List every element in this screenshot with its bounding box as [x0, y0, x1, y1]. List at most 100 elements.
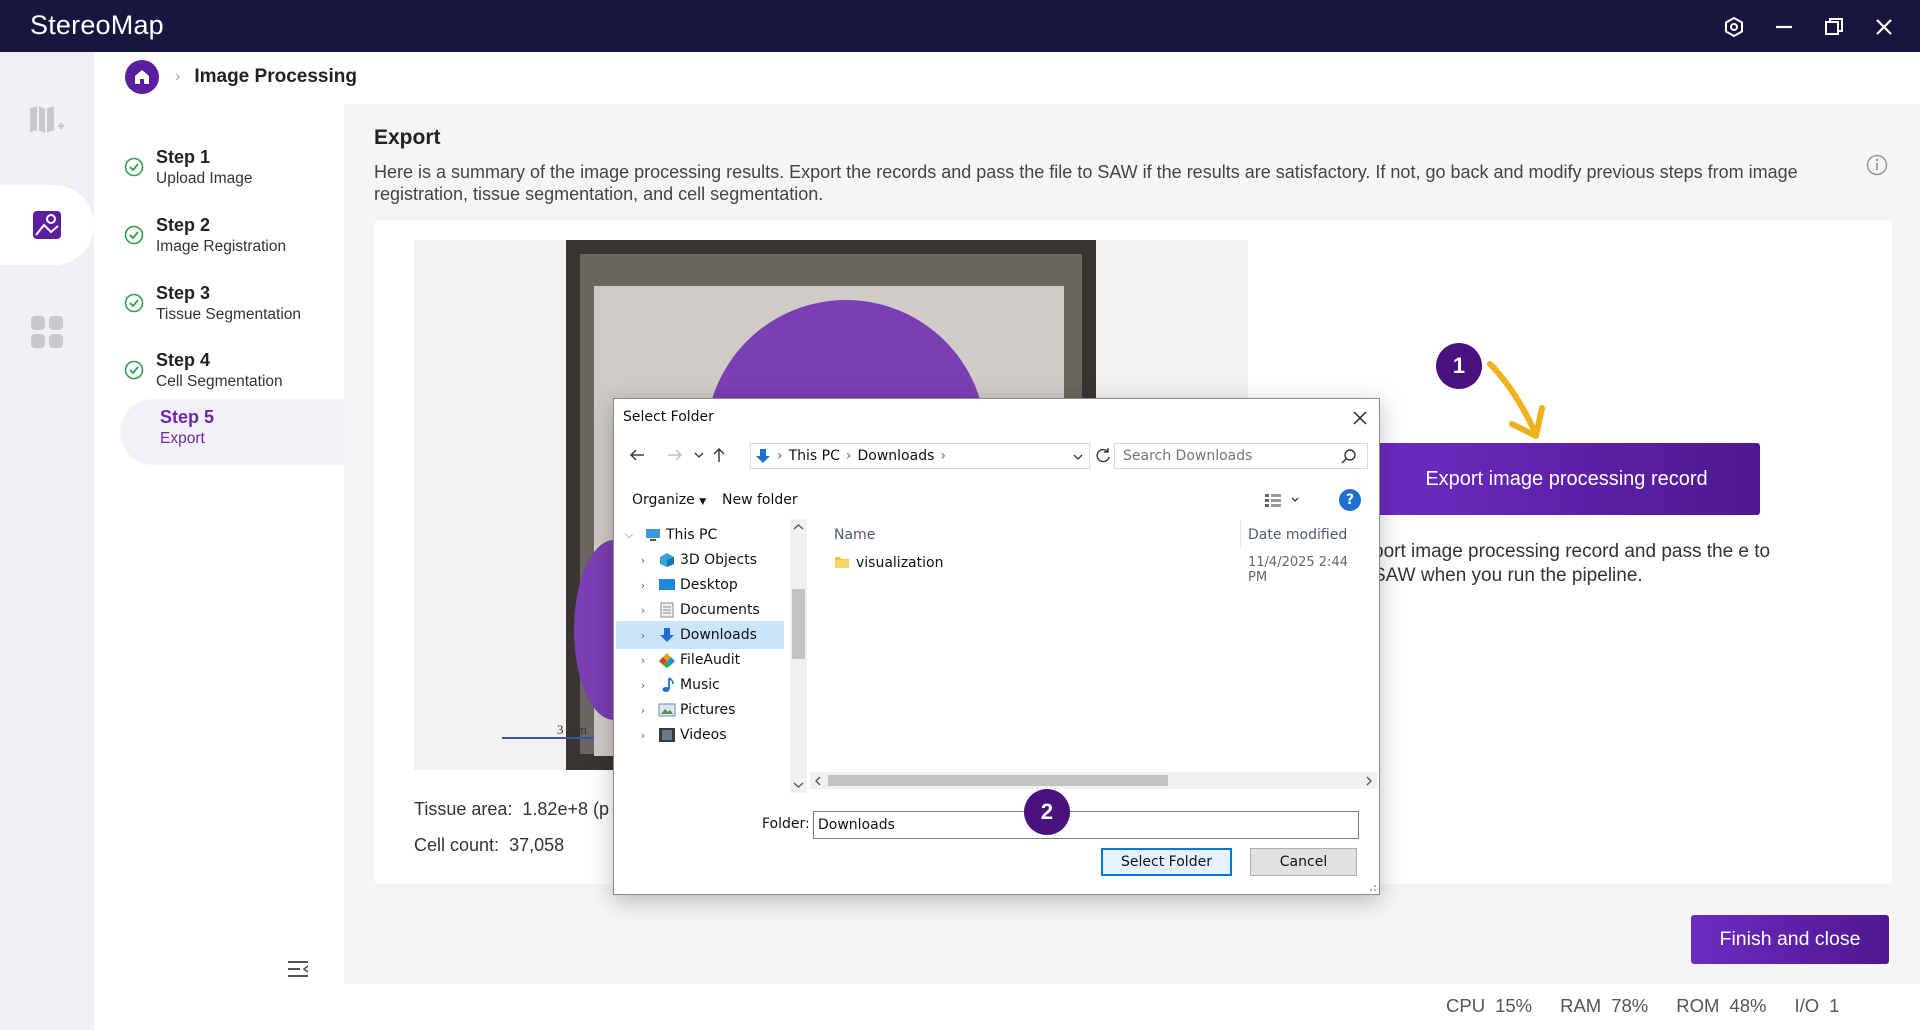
view-options-icon[interactable]	[1264, 492, 1300, 508]
dialog-close-icon[interactable]	[1349, 407, 1371, 429]
list-item[interactable]: visualization 11/4/2025 2:44 PM	[814, 551, 1370, 585]
check-circle-icon	[124, 360, 144, 380]
select-folder-button[interactable]: Select Folder	[1101, 848, 1232, 876]
up-arrow-icon[interactable]	[708, 444, 730, 466]
column-divider[interactable]	[1240, 521, 1241, 547]
cancel-button[interactable]: Cancel	[1250, 848, 1357, 876]
recent-locations-chevron-icon[interactable]	[688, 444, 710, 466]
tree-item-documents[interactable]: › Documents	[616, 596, 784, 624]
tree-item-pictures[interactable]: › Pictures	[616, 696, 784, 724]
tree-scroll-thumb[interactable]	[792, 589, 805, 659]
cpu-value: 15%	[1495, 995, 1533, 1016]
file-name: visualization	[856, 555, 944, 571]
ram-label: RAM	[1560, 995, 1602, 1016]
finish-close-button[interactable]: Finish and close	[1691, 915, 1889, 964]
rail-apps-icon[interactable]	[0, 292, 94, 372]
scroll-up-icon[interactable]	[793, 523, 804, 531]
step-subtitle: Tissue Segmentation	[156, 306, 302, 323]
check-circle-icon	[124, 293, 144, 313]
cell-count: Cell count: 37,058	[414, 835, 565, 855]
close-icon[interactable]	[1871, 14, 1897, 40]
list-scroll-thumb[interactable]	[828, 775, 1168, 786]
step-sidebar: Step 1 Upload Image Step 2 Image Registr…	[94, 104, 344, 984]
left-nav-rail	[0, 52, 94, 1030]
folder-name-input[interactable]	[813, 811, 1359, 839]
address-bar[interactable]: › This PC › Downloads ›	[750, 443, 1090, 469]
check-circle-icon	[124, 225, 144, 245]
step-item-1[interactable]: Step 1 Upload Image	[120, 139, 344, 205]
file-date: 11/4/2025 2:44 PM	[1248, 555, 1348, 585]
info-icon[interactable]	[1866, 154, 1888, 176]
column-header-name[interactable]: Name	[834, 527, 875, 543]
desktop-icon	[659, 579, 675, 590]
breadcrumb-current: Image Processing	[194, 66, 357, 87]
settings-icon[interactable]	[1721, 14, 1747, 40]
music-icon	[662, 677, 674, 692]
step-subtitle: Image Registration	[156, 238, 287, 255]
list-horizontal-scrollbar[interactable]	[810, 772, 1377, 789]
refresh-icon[interactable]	[1094, 447, 1112, 465]
dialog-title: Select Folder	[623, 409, 714, 425]
step-title: Step 4	[156, 350, 211, 370]
address-segment-downloads[interactable]: Downloads	[858, 448, 935, 464]
scroll-left-icon[interactable]	[814, 776, 822, 786]
column-header-date-modified[interactable]: Date modified	[1248, 527, 1347, 543]
step-item-3[interactable]: Step 3 Tissue Segmentation	[120, 275, 344, 341]
address-segment-this-pc[interactable]: This PC	[789, 448, 840, 464]
help-icon[interactable]: ?	[1339, 489, 1361, 511]
check-circle-icon	[124, 157, 144, 177]
status-bar: CPU 15% RAM 78% ROM 48% I/O 1	[1446, 993, 1849, 1019]
tree-scrollbar[interactable]	[790, 519, 807, 793]
annotation-badge-1: 1	[1436, 343, 1482, 389]
new-folder-button[interactable]: New folder	[722, 492, 798, 508]
restore-icon[interactable]	[1821, 14, 1847, 40]
annotation-arrow-icon	[1487, 361, 1545, 439]
rom-label: ROM	[1676, 995, 1720, 1016]
scroll-down-icon[interactable]	[793, 781, 804, 789]
minimize-icon[interactable]	[1771, 14, 1797, 40]
tree-item-3d-objects[interactable]: › 3D Objects	[616, 546, 784, 574]
folder-icon	[835, 557, 849, 568]
rail-image-processing-icon[interactable]	[0, 185, 94, 265]
fileaudit-icon	[659, 653, 675, 668]
downloads-icon	[660, 628, 674, 642]
tree-item-downloads[interactable]: › Downloads	[616, 621, 784, 649]
scroll-right-icon[interactable]	[1365, 776, 1373, 786]
address-chevron-icon: ›	[845, 448, 852, 464]
step-subtitle: Export	[160, 430, 205, 447]
rail-map-icon[interactable]	[0, 80, 94, 160]
tree-item-this-pc[interactable]: ⌵ This PC	[616, 521, 784, 549]
forward-arrow-icon[interactable]	[664, 444, 686, 466]
organize-menu[interactable]: Organize ▼	[632, 492, 706, 508]
cube-icon	[660, 553, 674, 567]
step-title: Step 5	[160, 407, 215, 427]
computer-icon	[646, 529, 660, 541]
collapse-sidebar-icon[interactable]	[286, 958, 310, 980]
home-icon[interactable]	[125, 60, 159, 94]
step-title: Step 1	[156, 147, 211, 167]
search-input[interactable]	[1114, 443, 1368, 469]
folder-tree: ⌵ This PC › 3D Objects › Desktop › Docum…	[616, 519, 791, 793]
scale-bar-label: 3 mm	[557, 722, 587, 737]
tissue-area: Tissue area: 1.82e+8 (p	[414, 799, 609, 819]
tree-item-music[interactable]: › Music	[616, 671, 784, 699]
tree-item-videos[interactable]: › Videos	[616, 721, 784, 749]
section-description: Here is a summary of the image processin…	[374, 162, 1798, 204]
export-record-button[interactable]: Export image processing record	[1373, 443, 1760, 515]
io-label: I/O	[1794, 995, 1820, 1016]
address-dropdown-icon[interactable]	[1073, 453, 1083, 461]
tree-item-fileaudit[interactable]: › FileAudit	[616, 646, 784, 674]
export-button-description: port image processing record and pass th…	[1373, 541, 1771, 586]
tree-item-desktop[interactable]: › Desktop	[616, 571, 784, 599]
step-item-2[interactable]: Step 2 Image Registration	[120, 207, 344, 273]
search-icon[interactable]	[1341, 448, 1357, 464]
back-arrow-icon[interactable]	[626, 444, 648, 466]
step-item-5[interactable]: Step 5 Export	[120, 399, 344, 465]
section-title: Export	[374, 126, 441, 149]
cpu-label: CPU	[1446, 995, 1486, 1016]
step-subtitle: Upload Image	[156, 170, 253, 187]
folder-label: Folder:	[762, 816, 810, 832]
title-bar: StereoMap	[0, 0, 1920, 52]
videos-icon	[659, 728, 675, 742]
resize-grip-icon[interactable]	[1367, 882, 1377, 892]
